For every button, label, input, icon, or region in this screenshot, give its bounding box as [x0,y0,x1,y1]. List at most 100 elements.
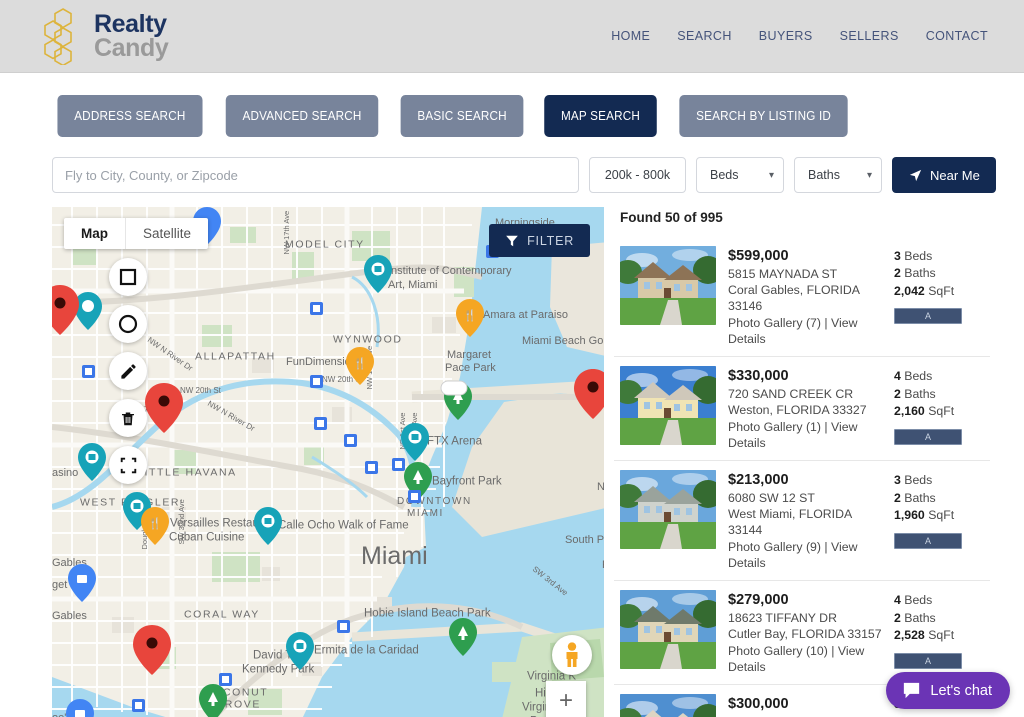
listing-thumbnail[interactable] [620,470,717,550]
zoom-in-button[interactable]: + [546,681,586,717]
map-label: Miami Beach Golf [522,335,604,347]
map-label: NW 20th St [322,375,364,384]
listing-address: 5815 MAYNADA ST [728,266,838,281]
listing-info: $330,000 720 SAND CREEK CR Weston, FLORIDA… [728,366,882,451]
baths-select[interactable]: Baths ▾ [794,157,882,193]
link-separator: | [827,643,838,658]
brand-logo[interactable]: Realty Candy [38,7,169,65]
listing-price: $599,000 [728,248,789,264]
main-nav: HOME SEARCH BUYERS SELLERS CONTACT [611,29,988,43]
nav-item-search[interactable]: SEARCH [677,29,732,43]
photo-gallery-link[interactable]: Photo Gallery (7) [728,316,821,330]
map-label: get [52,579,67,591]
listing-address: 6080 SW 12 ST [728,490,815,505]
link-separator: | [821,315,832,330]
listing-baths-count: 2 [894,490,901,505]
nav-item-sellers[interactable]: SELLERS [840,29,899,43]
map-canvas[interactable]: MODEL CITYMorningsideParkNW 17th AveInst… [52,207,605,717]
map-label: Hobie Island Beach Park [364,608,491,620]
map-label: NW 17th Ave [365,346,374,390]
page-root: Realty Candy HOME SEARCH BUYERS SELLERS … [0,0,1024,717]
map-label: Amara at Paraiso [483,309,568,321]
tab-search-by-listing-id[interactable]: SEARCH BY LISTING ID [679,95,848,137]
nav-item-home[interactable]: HOME [611,29,650,43]
site-header: Realty Candy HOME SEARCH BUYERS SELLERS … [0,0,1024,73]
photo-gallery-link[interactable]: Photo Gallery (9) [728,540,821,554]
map-type-satellite[interactable]: Satellite [125,218,208,249]
fly-to-search-input[interactable] [52,157,579,193]
results-count: Found 50 of 995 [620,210,723,225]
map-label: NW 17th Ave [282,211,291,255]
map-label: Miami [361,542,428,570]
circle-tool-button[interactable] [109,305,147,343]
map-label: 887 [454,392,468,401]
map-label: asino [52,467,78,479]
pencil-icon [120,363,136,379]
fullscreen-button[interactable] [109,446,147,484]
listing-city-state-zip: Weston, FLORIDA 33327 [728,403,867,418]
listing-thumbnail[interactable] [620,694,717,717]
listing-thumbnail[interactable] [620,246,717,325]
listing-beds: 4 Beds [894,592,986,609]
search-mode-tabs: ADDRESS SEARCH ADVANCED SEARCH BASIC SEA… [0,73,1024,137]
listing-city-state-zip: Cutler Bay, FLORIDA 33157 [728,627,882,642]
listing-specs: 4 Beds 2 Baths 2,528 SqFt A [894,590,986,675]
listing-price: $330,000 [728,368,789,385]
listing-thumbnail[interactable] [620,366,717,446]
listing-thumbnail[interactable] [620,590,717,670]
baths-select-label: Baths [808,168,840,182]
listing-badge-button[interactable]: A [894,532,962,549]
price-range-select[interactable]: 200k - 800k [589,157,686,193]
chat-widget-button[interactable]: Let's chat [886,672,1010,709]
tab-address-search[interactable]: ADDRESS SEARCH [57,95,203,137]
listing-card[interactable]: $330,000 720 SAND CREEK CR Weston, FLORIDA… [614,357,990,462]
results-panel[interactable]: Found 50 of 995 $599,000 5815 MAYNADA ST C… [614,207,990,717]
tab-advanced-search[interactable]: ADVANCED SEARCH [225,95,378,137]
near-me-button[interactable]: Near Me [892,157,996,193]
nav-item-contact[interactable]: CONTACT [926,29,988,43]
tab-map-search[interactable]: MAP SEARCH [544,95,657,137]
listing-beds-label: Beds [900,593,933,608]
rectangle-tool-button[interactable] [109,258,147,296]
map-label: NW 20th St [180,386,222,395]
listing-sqft-value: 2,042 [894,283,925,298]
map-label: Douglas Rd [140,510,149,549]
listing-card[interactable]: $213,000 6080 SW 12 ST West Miami, FLORIDA… [614,461,990,582]
pencil-tool-button[interactable] [109,352,147,390]
listing-baths-label: Baths [900,490,936,505]
photo-gallery-link[interactable]: Photo Gallery (1) [728,420,821,434]
link-separator: | [821,419,832,434]
listing-links: Photo Gallery (9) | View Details [728,539,882,572]
listing-card[interactable]: $279,000 18623 TIFFANY DR Cutler Bay, FLOR… [614,581,990,686]
brand-name-top: Realty [94,9,167,38]
listing-badge-button[interactable]: A [894,308,962,325]
map-label: South Poin [565,534,604,546]
content-area: MODEL CITYMorningsideParkNW 17th AveInst… [0,207,1024,717]
listing-beds-label: Beds [900,249,933,263]
listing-beds-count: 3 [894,473,901,488]
tab-basic-search[interactable]: BASIC SEARCH [400,95,524,137]
filter-button[interactable]: FILTER [489,224,591,257]
search-controls: 200k - 800k Beds ▾ Baths ▾ Near Me [0,137,1024,193]
map-type-map[interactable]: Map [64,218,125,249]
listing-card[interactable]: $599,000 5815 MAYNADA ST Coral Gables, FLO… [614,237,990,358]
listing-badge-button[interactable]: A [894,652,962,669]
listing-sqft: 1,960 SqFt [894,507,986,524]
photo-gallery-link[interactable]: Photo Gallery (10) [728,644,828,658]
listing-sqft-value: 2,160 [894,404,925,419]
beds-select[interactable]: Beds ▾ [696,157,784,193]
funnel-icon [506,235,518,246]
map-zoom-controls: + [546,681,587,717]
map-label: NE 1st Ave [398,413,407,450]
listing-sqft-value: 2,528 [894,628,925,643]
map-label: Versailles Restaurant [170,518,279,530]
listing-badge-button[interactable]: A [894,428,962,445]
nav-item-buyers[interactable]: BUYERS [759,29,813,43]
street-view-pegman[interactable] [552,635,593,675]
chevron-down-icon: ▾ [866,169,872,181]
map-label: Art, Miami [388,279,438,291]
delete-shapes-button[interactable] [109,399,147,437]
map-label: FTX Arena [427,436,483,448]
listing-city-state-zip: Coral Gables, FLORIDA 33146 [728,282,860,314]
listing-beds: 3 Beds [894,248,986,265]
